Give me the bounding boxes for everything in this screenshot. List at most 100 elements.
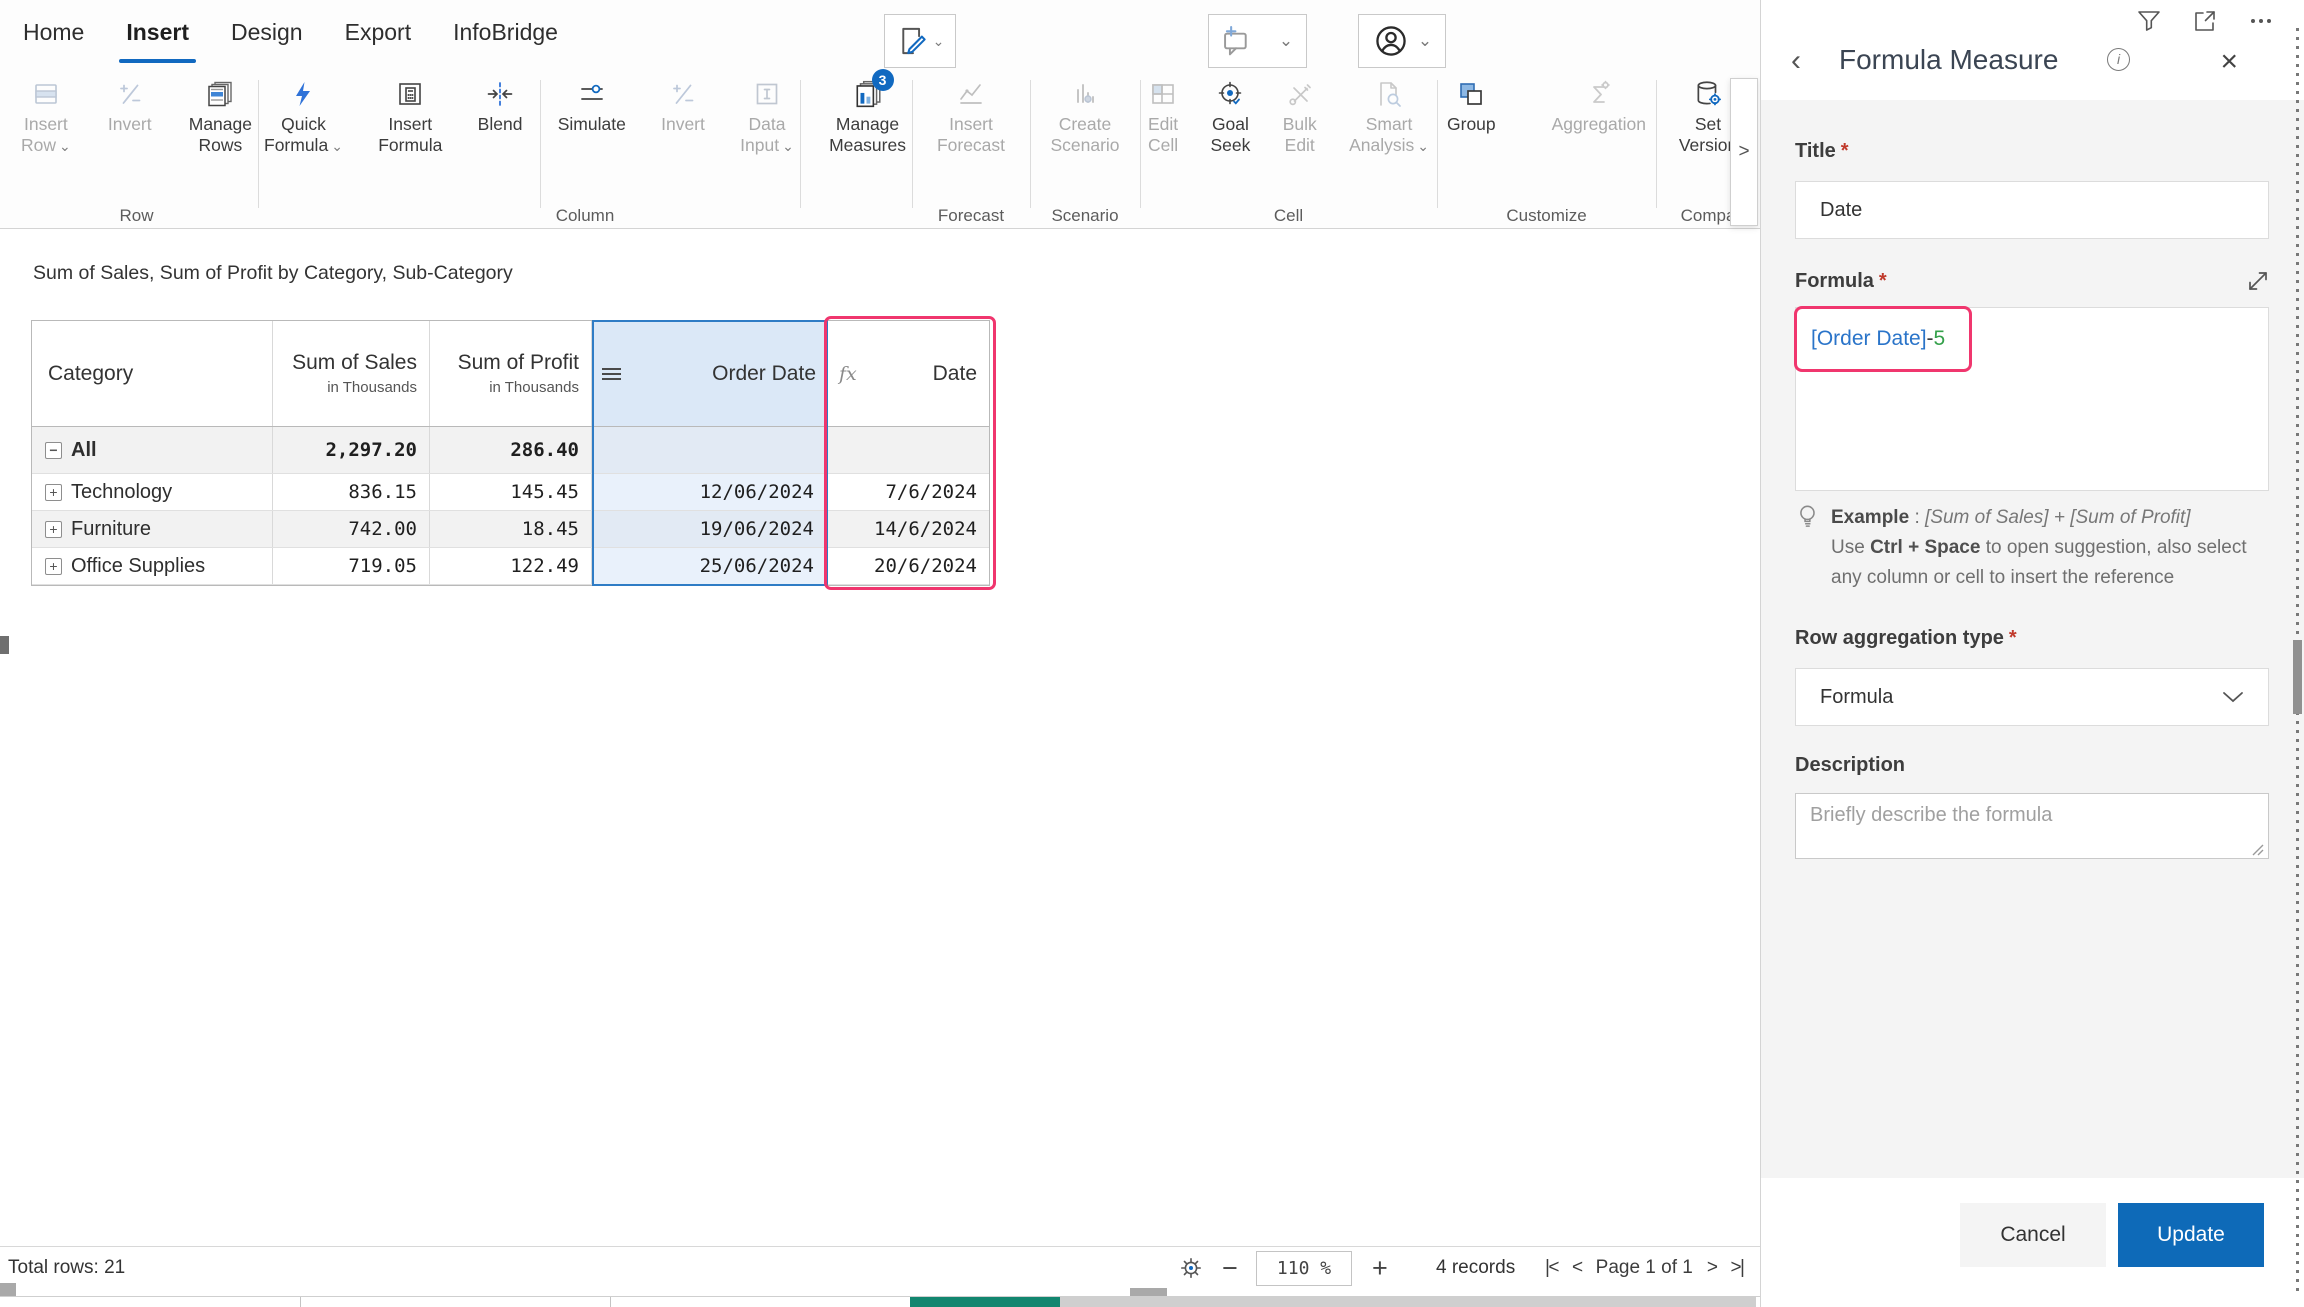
formula-expression-highlight[interactable]: [Order Date]-5 [1794,306,1972,372]
next-page-button[interactable]: > [1707,1247,1717,1289]
cell-profit[interactable]: 145.45 [430,474,592,510]
close-panel-button[interactable]: × [2220,48,2238,76]
ribbon-expand-button[interactable]: > [1730,78,1758,226]
info-icon[interactable]: i [2107,48,2130,71]
vertical-scrollbar[interactable] [2291,28,2304,1293]
cell-date[interactable]: 14/6/2024 [827,511,989,547]
tab-design[interactable]: Design [210,0,324,68]
simulate-button[interactable]: Simulate [558,76,626,156]
cell-profit[interactable]: 286.40 [430,427,592,473]
settings-gear-icon[interactable] [1178,1255,1204,1281]
description-textarea[interactable] [1795,793,2269,859]
cell-order-date[interactable]: 12/06/2024 [592,474,827,510]
filter-icon[interactable] [2136,8,2162,34]
quick-formula-button[interactable]: Quick Formula⌄ [264,76,343,157]
formula-fx-icon: fx [839,363,857,385]
status-bar: Total rows: 21 − 110 % + 4 records |< < … [0,1246,1760,1288]
expand-icon[interactable]: + [45,558,62,575]
create-scenario-button[interactable]: Create Scenario [1050,76,1119,156]
smart-analysis-button[interactable]: Smart Analysis⌄ [1349,76,1429,157]
edit-cell-icon [1149,76,1177,112]
tab-export[interactable]: Export [324,0,432,68]
pane-resize-handle[interactable] [0,636,9,654]
data-input-button[interactable]: Data Input⌄ [740,76,794,157]
cell-sales[interactable]: 836.15 [273,474,430,510]
column-header-category[interactable]: Category [32,321,273,426]
insert-formula-button[interactable]: Insert Formula [378,76,442,156]
manage-measures-button[interactable]: 3 Manage Measures [829,76,906,156]
cell-sales[interactable]: 719.05 [273,548,430,584]
cell-category[interactable]: + Office Supplies [32,548,273,584]
blend-button[interactable]: Blend [478,76,523,156]
zoom-level-field[interactable]: 110 % [1256,1251,1352,1286]
column-header-profit[interactable]: Sum of Profit in Thousands [430,321,592,426]
cell-date[interactable]: 20/6/2024 [827,548,989,584]
first-page-button[interactable]: |< [1545,1247,1558,1289]
chevron-down-icon: ⌄ [1418,31,1432,51]
column-header-sales[interactable]: Sum of Sales in Thousands [273,321,430,426]
bulk-edit-button[interactable]: Bulk Edit [1283,76,1317,156]
account-button[interactable]: ⌄ [1358,14,1446,68]
cell-category[interactable]: − All [32,427,273,473]
column-header-date[interactable]: fx Date [827,321,989,426]
bulk-edit-icon [1286,76,1314,112]
zoom-out-button[interactable]: − [1222,1247,1238,1289]
expand-icon[interactable]: + [45,484,62,501]
cell-order-date[interactable] [592,427,827,473]
table-row-office-supplies: + Office Supplies 719.05 122.49 25/06/20… [32,548,989,585]
column-header-order-date[interactable]: Order Date [592,321,827,426]
insert-formula-icon [396,76,424,112]
collapse-icon[interactable]: − [45,442,62,459]
edit-cell-button[interactable]: Edit Cell [1148,76,1178,156]
aggregation-button[interactable]: Aggregation [1552,76,1646,156]
prev-page-button[interactable]: < [1572,1247,1582,1289]
cell-sales[interactable]: 742.00 [273,511,430,547]
cancel-button[interactable]: Cancel [1960,1203,2106,1267]
manage-rows-button[interactable]: Manage Rows [189,76,252,156]
more-options-icon[interactable] [2248,8,2274,34]
aggregation-type-label: Row aggregation type* [1795,627,2270,650]
group-icon [1457,76,1485,112]
preview-gray-block [1060,1297,1756,1307]
back-button[interactable]: ‹ [1791,46,1801,76]
horizontal-scrollbar[interactable] [0,1288,1760,1296]
invert-column-button[interactable]: Invert [661,76,705,156]
insert-row-button[interactable]: Insert Row⌄ [21,76,71,157]
set-version-button[interactable]: Set Version [1679,76,1737,156]
update-button[interactable]: Update [2118,1203,2264,1267]
formula-editor[interactable]: [Order Date]-5 [1795,307,2269,491]
cell-order-date[interactable]: 25/06/2024 [592,548,827,584]
vertical-scrollbar-thumb[interactable] [2293,640,2302,714]
tab-insert[interactable]: Insert [105,0,210,68]
horizontal-scrollbar-thumb[interactable] [1130,1288,1167,1296]
cell-profit[interactable]: 18.45 [430,511,592,547]
edit-mode-button[interactable]: ⌄ [884,14,956,68]
invert-row-button[interactable]: Invert [108,76,152,156]
cell-category[interactable]: + Furniture [32,511,273,547]
cell-date[interactable] [827,427,989,473]
set-version-icon [1693,76,1723,112]
tab-infobridge[interactable]: InfoBridge [432,0,579,68]
expand-formula-editor-icon[interactable] [2246,269,2270,293]
cell-sales[interactable]: 2,297.20 [273,427,430,473]
goal-seek-button[interactable]: Goal Seek [1210,76,1250,156]
tab-home[interactable]: Home [2,0,105,68]
example-formula: [Sum of Sales] + [Sum of Profit] [1925,507,2191,528]
goal-seek-icon [1216,76,1244,112]
last-page-button[interactable]: >| [1730,1247,1743,1289]
cell-profit[interactable]: 122.49 [430,548,592,584]
group-button[interactable]: Group [1447,76,1496,156]
aggregation-type-select[interactable]: Formula [1795,668,2269,726]
zoom-in-button[interactable]: + [1372,1247,1388,1289]
formula-measure-panel: ‹ Formula Measure i × Title* Formula* [O… [1760,0,2304,1307]
insert-forecast-button[interactable]: Insert Forecast [937,76,1005,156]
open-in-new-window-icon[interactable] [2192,8,2218,34]
title-input[interactable] [1795,181,2269,239]
cell-category[interactable]: + Technology [32,474,273,510]
cell-date[interactable]: 7/6/2024 [827,474,989,510]
blend-icon [486,76,514,112]
expand-icon[interactable]: + [45,521,62,538]
comment-dropdown-button[interactable]: ⌄ [1263,14,1307,68]
cell-order-date[interactable]: 19/06/2024 [592,511,827,547]
add-comment-button[interactable] [1208,14,1264,68]
